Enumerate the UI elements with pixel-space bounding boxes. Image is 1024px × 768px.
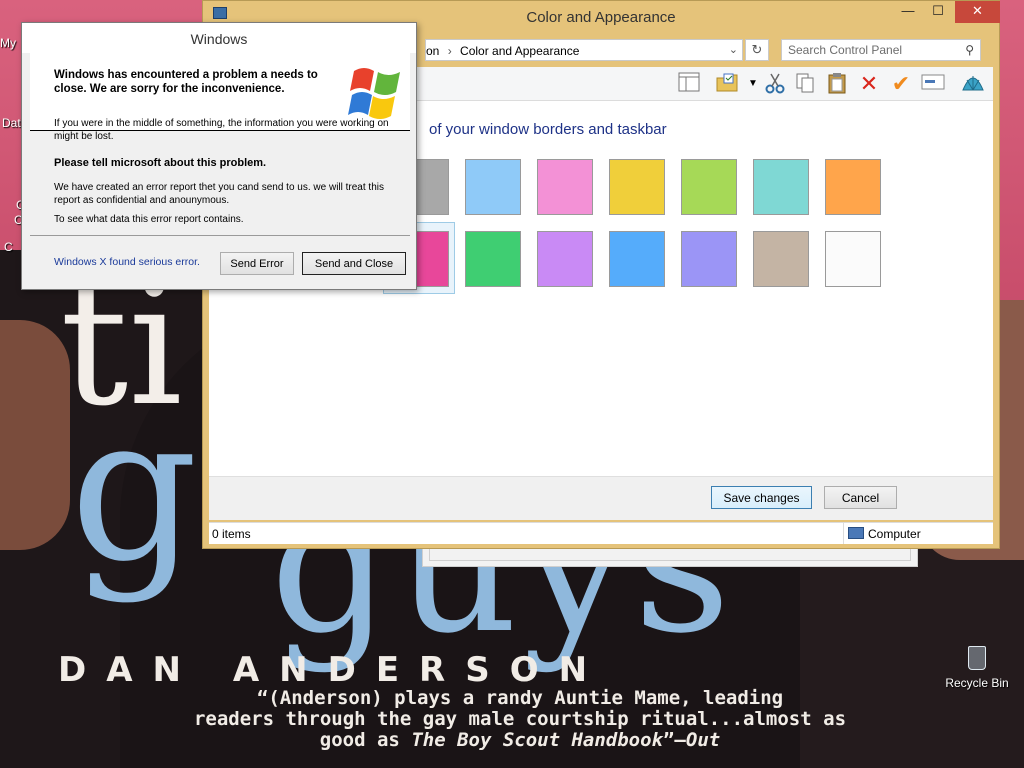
dialog-title: Windows (190, 31, 248, 47)
error-dialog: Windows Windows has encountered a proble… (21, 22, 417, 290)
color-swatch[interactable] (609, 159, 665, 215)
folder-dropdown-icon[interactable]: ▼ (741, 72, 765, 96)
recycle-bin[interactable]: Recycle Bin (942, 646, 1012, 690)
wallpaper-author: DAN ANDERSON (58, 650, 608, 690)
properties-icon[interactable] (921, 72, 945, 96)
color-swatch[interactable] (825, 231, 881, 287)
windows-logo-icon (348, 68, 400, 119)
search-box[interactable]: ⚲ (781, 39, 981, 61)
background-window-edge (422, 549, 918, 567)
delete-icon[interactable]: ✕ (857, 72, 881, 96)
quote-text: ”— (662, 729, 686, 751)
close-button[interactable]: ✕ (955, 1, 1000, 23)
dialog-titlebar[interactable]: Windows (22, 23, 416, 53)
desktop-icon-label[interactable]: My (0, 36, 16, 50)
save-changes-button[interactable]: Save changes (711, 486, 812, 509)
wallpaper-quote: “(Anderson) plays a randy Auntie Mame, l… (40, 688, 1000, 751)
breadcrumb-item-current[interactable]: Color and Appearance (460, 44, 579, 58)
folder-icon[interactable] (715, 72, 739, 96)
dialog-paragraph: If you were in the middle of something, … (54, 118, 389, 142)
check-icon[interactable]: ✔ (889, 72, 913, 96)
color-swatch[interactable] (753, 159, 809, 215)
error-footer-text: Windows X found serious error. (54, 256, 200, 268)
color-swatch[interactable] (609, 231, 665, 287)
status-item-count: 0 items (212, 527, 251, 541)
color-swatch[interactable] (537, 159, 593, 215)
send-error-button[interactable]: Send Error (220, 252, 294, 275)
desktop-icon-label[interactable]: Dat (2, 116, 21, 130)
quote-source: Out (685, 729, 721, 751)
status-bar: 0 items Computer (209, 522, 993, 544)
color-swatch[interactable] (537, 231, 593, 287)
wallpaper-quote-line: readers through the gay male courtship r… (193, 708, 847, 730)
recycle-bin-icon (968, 646, 986, 670)
search-input[interactable] (782, 40, 952, 60)
section-heading: of your window borders and taskbar (429, 121, 667, 138)
computer-icon (848, 527, 864, 539)
dialog-paragraph[interactable]: To see what data this error report conta… (54, 214, 244, 225)
address-dropdown-icon[interactable]: ⌄ (729, 43, 738, 56)
copy-icon[interactable] (793, 72, 817, 96)
cancel-button[interactable]: Cancel (824, 486, 897, 509)
color-swatch[interactable] (465, 231, 521, 287)
color-swatch[interactable] (681, 159, 737, 215)
maximize-button[interactable]: ☐ (923, 1, 953, 23)
wallpaper-big-text: g (70, 373, 205, 606)
breadcrumb-separator-icon[interactable]: › (448, 44, 452, 58)
background-window-inner (429, 549, 911, 561)
wallpaper-quote-line: “(Anderson) plays a randy Auntie Mame, l… (256, 687, 784, 709)
cut-icon[interactable] (763, 72, 787, 96)
desktop-icon-label[interactable]: C (4, 240, 13, 254)
color-swatch[interactable] (465, 159, 521, 215)
status-location: Computer (843, 523, 993, 544)
dialog-paragraph: We have created an error report thet you… (54, 182, 384, 206)
error-header-message: Windows has encountered a problem a need… (54, 69, 318, 95)
search-icon[interactable]: ⚲ (965, 43, 974, 57)
refresh-icon[interactable]: ↻ (745, 39, 769, 61)
dialog-footer: Save changes Cancel (209, 476, 993, 520)
color-swatch[interactable] (825, 159, 881, 215)
recycle-bin-label: Recycle Bin (945, 676, 1009, 690)
status-location-label: Computer (868, 527, 921, 541)
quote-text: good as (319, 729, 412, 751)
wallpaper-quote-line: good as The Boy Scout Handbook”—Out (40, 730, 1000, 751)
dialog-emphasis: Please tell microsoft about this problem… (54, 157, 267, 169)
send-and-close-button[interactable]: Send and Close (302, 252, 406, 275)
color-swatch[interactable] (681, 231, 737, 287)
color-swatch[interactable] (753, 231, 809, 287)
minimize-button[interactable]: — (893, 1, 923, 23)
address-bar[interactable]: on › Color and Appearance ⌄ (425, 39, 743, 61)
breadcrumb: on › Color and Appearance (426, 44, 579, 58)
dialog-footer: Windows X found serious error. Send Erro… (30, 235, 410, 283)
breadcrumb-item[interactable]: on (426, 44, 439, 58)
shell-icon[interactable] (961, 72, 985, 96)
layout-icon[interactable] (677, 72, 701, 96)
paste-icon[interactable] (825, 72, 849, 96)
quote-title: The Boy Scout Handbook (411, 729, 663, 751)
